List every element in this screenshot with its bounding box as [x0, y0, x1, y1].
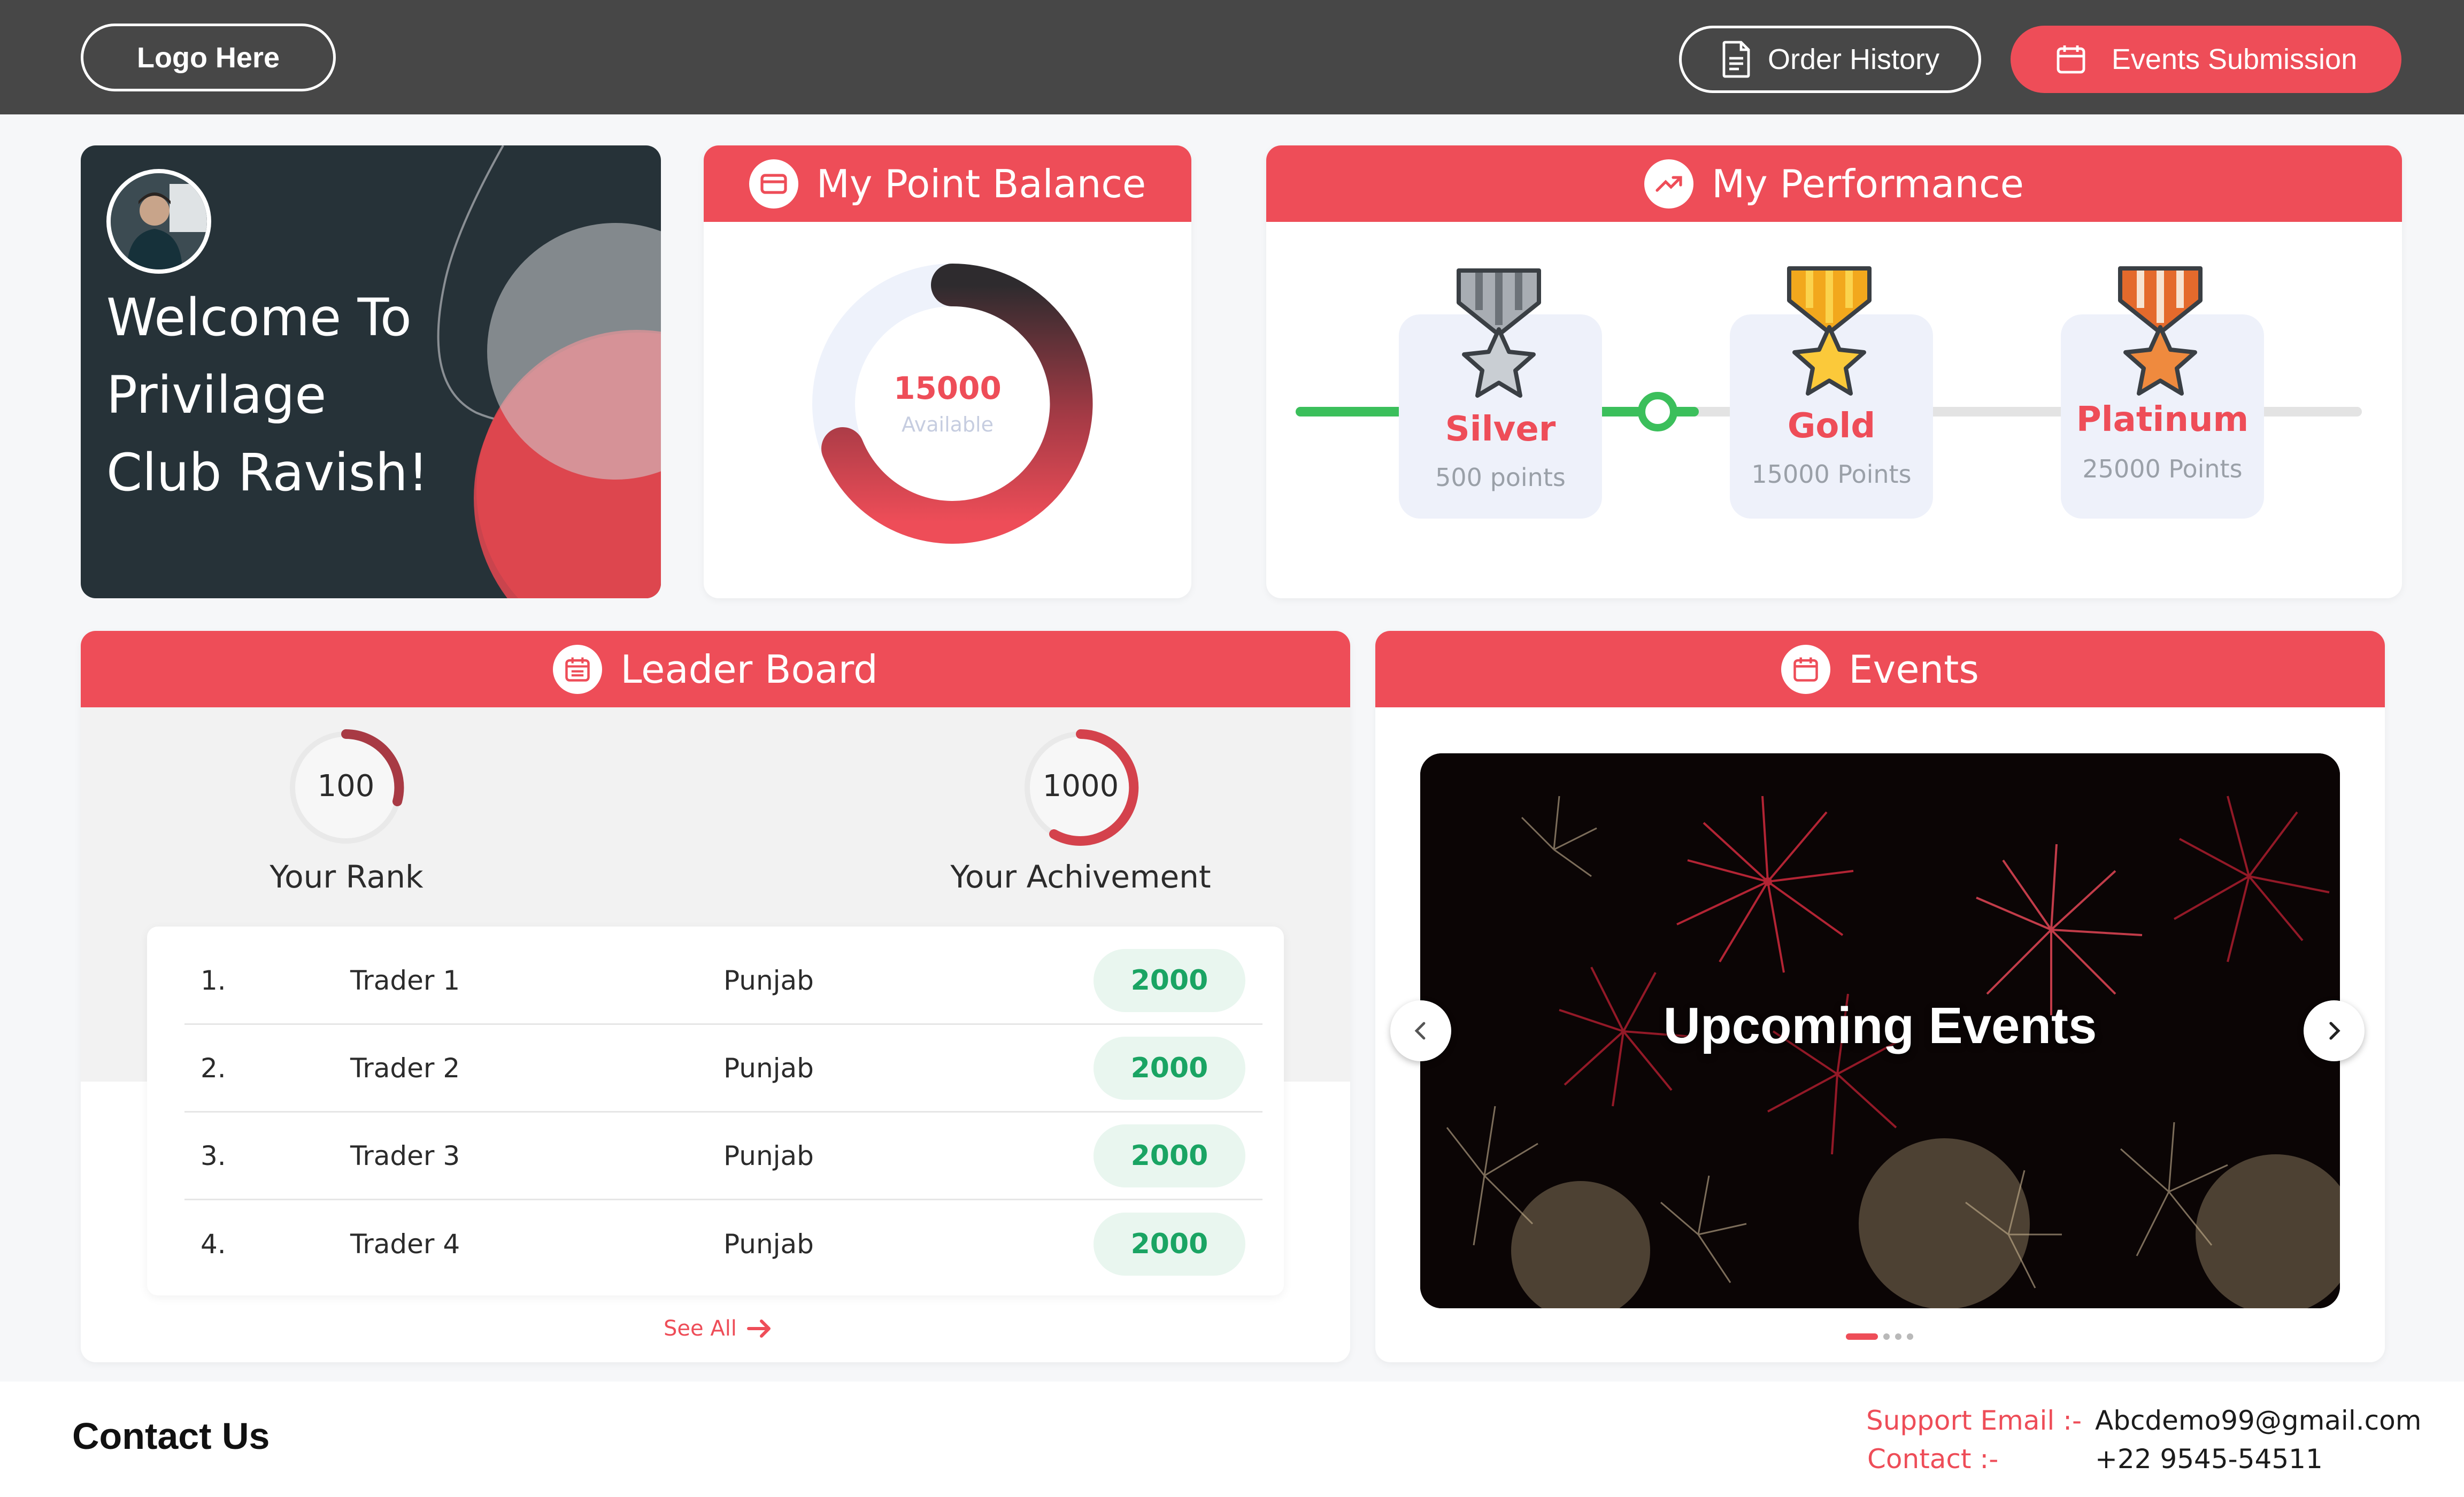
welcome-line-2: Privilage: [106, 365, 327, 425]
wallet-icon: [749, 159, 798, 209]
carousel-indicators: [1846, 1333, 1913, 1340]
point-balance-value: 15000: [894, 370, 1002, 406]
row-name: Trader 2: [350, 1052, 460, 1084]
row-region: Punjab: [723, 1052, 814, 1084]
point-balance-title: My Point Balance: [816, 161, 1146, 206]
events-submission-label: Events Submission: [2111, 43, 2358, 75]
see-all-link[interactable]: See All: [664, 1316, 773, 1341]
achievement-value: 1000: [1042, 769, 1119, 804]
welcome-line-3: Club Ravish!: [106, 443, 429, 503]
calendar-icon: [2057, 45, 2085, 74]
tier-gold-name: Gold: [1787, 406, 1876, 446]
row-region: Punjab: [723, 1140, 814, 1171]
carousel-dot[interactable]: [1907, 1333, 1913, 1340]
see-all-label: See All: [664, 1316, 737, 1341]
rank-label: Your Rank: [270, 859, 424, 895]
tier-gold-points: 15000 Points: [1751, 460, 1912, 489]
support-email-value[interactable]: Abcdemo99@gmail.com: [2095, 1405, 2421, 1436]
carousel-dot[interactable]: [1895, 1333, 1901, 1340]
carousel-dot-active[interactable]: [1846, 1333, 1878, 1340]
point-balance-caption: Available: [901, 413, 994, 436]
row-name: Trader 4: [350, 1229, 460, 1260]
support-email-label: Support Email :-: [1866, 1405, 2082, 1436]
row-name: Trader 1: [350, 964, 460, 996]
calendar-icon: [553, 644, 603, 694]
document-icon: [1722, 41, 1750, 78]
table-row[interactable]: 3. Trader 3 Punjab 2000: [184, 1113, 1262, 1200]
silver-medal-icon: [1457, 268, 1541, 398]
rank-value: 100: [317, 769, 375, 804]
tier-silver-name: Silver: [1445, 410, 1556, 449]
events-header: Events: [1375, 631, 2385, 707]
row-points-badge: 2000: [1094, 1213, 1245, 1276]
row-points-badge: 2000: [1094, 948, 1245, 1012]
gold-medal-icon: [1787, 266, 1872, 396]
row-name: Trader 3: [350, 1140, 460, 1171]
carousel-prev-button[interactable]: [1390, 1000, 1451, 1061]
contact-value[interactable]: +22 9545-54511: [2095, 1444, 2323, 1475]
point-balance-header: My Point Balance: [704, 145, 1191, 222]
leaderboard-table: 1. Trader 1 Punjab 2000 2. Trader 2 Punj…: [147, 927, 1284, 1295]
welcome-card: Welcome To Privilage Club Ravish!: [81, 145, 661, 598]
footer: Contact Us Support Email :- Abcdemo99@gm…: [0, 1382, 2464, 1497]
point-balance-card: My Point Balance 15000 Available: [704, 145, 1191, 598]
table-row[interactable]: 2. Trader 2 Punjab 2000: [184, 1025, 1262, 1113]
order-history-button[interactable]: Order History: [1679, 26, 1981, 93]
row-number: 4.: [201, 1229, 226, 1260]
contact-label: Contact :-: [1867, 1444, 1999, 1475]
row-points-badge: 2000: [1094, 1124, 1245, 1187]
logo-button[interactable]: Logo Here: [81, 24, 336, 91]
performance-card: My Performance Silver 500 points Gold 15…: [1266, 145, 2402, 598]
leaderboard-header: Leader Board: [81, 631, 1350, 707]
welcome-message: Welcome To Privilage Club Ravish!: [106, 279, 481, 512]
leaderboard-title: Leader Board: [620, 646, 878, 692]
event-banner-image[interactable]: Upcoming Events: [1420, 753, 2340, 1308]
carousel-dot[interactable]: [1883, 1333, 1890, 1340]
table-row[interactable]: 1. Trader 1 Punjab 2000: [184, 937, 1262, 1025]
chevron-left-icon: [1414, 1022, 1426, 1040]
achievement-label: Your Achivement: [950, 859, 1211, 895]
row-number: 1.: [201, 964, 226, 996]
event-banner-title: Upcoming Events: [1663, 997, 2097, 1054]
welcome-line-1: Welcome To: [106, 288, 412, 348]
row-number: 2.: [201, 1052, 226, 1084]
leaderboard-card: Leader Board 100 Your Rank 1000 Your Ach…: [81, 631, 1350, 1362]
carousel-next-button[interactable]: [2304, 1000, 2365, 1061]
order-history-label: Order History: [1767, 43, 1940, 75]
avatar: [106, 169, 211, 274]
row-points-badge: 2000: [1094, 1036, 1245, 1100]
calendar-icon: [1781, 644, 1831, 694]
table-row[interactable]: 4. Trader 4 Punjab 2000: [184, 1200, 1262, 1288]
platinum-medal-icon: [2118, 266, 2203, 396]
events-card: Events Upcoming Events: [1375, 631, 2385, 1362]
tier-platinum-points: 25000 Points: [2082, 454, 2243, 483]
chevron-right-icon: [2329, 1022, 2340, 1040]
row-region: Punjab: [723, 964, 814, 996]
arrow-right-icon: [746, 1319, 771, 1338]
tier-silver-points: 500 points: [1435, 463, 1566, 492]
events-submission-button[interactable]: Events Submission: [2011, 26, 2401, 93]
row-number: 3.: [201, 1140, 226, 1171]
contact-us-heading: Contact Us: [72, 1415, 270, 1457]
row-region: Punjab: [723, 1229, 814, 1260]
tier-platinum-name: Platinum: [2076, 400, 2249, 439]
events-title: Events: [1849, 646, 1979, 692]
